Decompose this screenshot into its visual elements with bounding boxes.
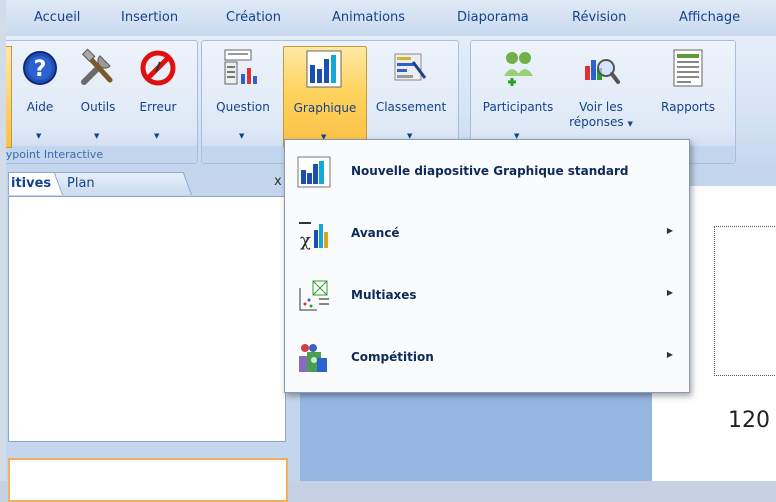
- chart-button[interactable]: Graphique ▼: [283, 46, 367, 148]
- menu-item-label: Compétition: [351, 350, 434, 364]
- standard-chart-icon: [297, 156, 331, 188]
- tab-animations[interactable]: Animations: [332, 10, 405, 25]
- help-button[interactable]: ? Aide ▼: [18, 46, 62, 146]
- ranking-icon: [394, 53, 427, 81]
- help-label: Aide: [26, 100, 54, 114]
- chevron-down-icon: ▼: [627, 120, 633, 128]
- ranking-button[interactable]: Classement ▼: [368, 46, 454, 146]
- tab-outline[interactable]: Plan: [53, 172, 192, 195]
- menu-item-label: Avancé: [351, 226, 400, 240]
- tab-creation[interactable]: Création: [226, 10, 281, 25]
- chevron-down-icon: ▼: [36, 132, 42, 140]
- multiaxis-chart-icon: [299, 280, 329, 311]
- submenu-arrow-icon: ▶: [666, 350, 673, 359]
- menu-item-label: Multiaxes: [351, 288, 417, 302]
- submenu-arrow-icon: ▶: [666, 226, 673, 235]
- reports-button[interactable]: Rapports: [652, 46, 724, 146]
- error-icon: [140, 50, 176, 86]
- svg-text:χ: χ: [300, 230, 311, 250]
- slide-thumbnail[interactable]: [8, 196, 286, 442]
- competition-icon: [299, 344, 327, 372]
- participants-button[interactable]: Participants ▼: [474, 46, 562, 146]
- placeholder-box[interactable]: [714, 226, 776, 376]
- tools-label: Outils: [80, 100, 116, 114]
- submenu-arrow-icon: ▶: [666, 288, 673, 297]
- svg-text:?: ?: [34, 57, 47, 82]
- menu-item-advanced[interactable]: χ Avancé ▶: [291, 212, 683, 256]
- reports-label: Rapports: [661, 100, 715, 114]
- error-label: Erreur: [139, 100, 177, 114]
- tab-revision[interactable]: Révision: [572, 10, 626, 25]
- chevron-down-icon: ▼: [94, 132, 100, 140]
- tab-insertion[interactable]: Insertion: [121, 10, 178, 25]
- question-button[interactable]: Question ▼: [206, 46, 280, 146]
- window-border: [0, 0, 6, 481]
- participants-icon: [504, 52, 533, 86]
- slide-thumbnail-selected[interactable]: [8, 458, 288, 502]
- menu-item-multiaxis[interactable]: Multiaxes ▶: [291, 274, 683, 318]
- bar-chart-icon: [306, 50, 342, 88]
- chart-dropdown-menu: Nouvelle diapositive Graphique standard …: [284, 139, 690, 393]
- view-responses-button[interactable]: Voir les réponses ▼: [568, 46, 634, 146]
- menu-item-standard-chart[interactable]: Nouvelle diapositive Graphique standard: [291, 150, 683, 194]
- error-button[interactable]: Erreur ▼: [132, 46, 184, 146]
- menu-item-competition[interactable]: Compétition ▶: [291, 336, 683, 380]
- reports-icon: [673, 49, 703, 87]
- chevron-down-icon: ▼: [239, 132, 245, 140]
- view-responses-icon: [585, 59, 620, 84]
- ribbon-tab-strip: Accueil Insertion Création Animations Di…: [0, 0, 776, 36]
- question-label: Question: [216, 100, 270, 114]
- help-icon: ?: [23, 51, 57, 85]
- tools-icon: [81, 48, 113, 85]
- chart-label: Graphique: [293, 101, 357, 115]
- participants-label: Participants: [482, 100, 554, 114]
- advanced-chart-icon: χ: [299, 222, 328, 250]
- question-slide-icon: [224, 49, 257, 85]
- close-icon[interactable]: x: [274, 174, 282, 189]
- group-label: eypoint Interactive: [0, 146, 197, 163]
- slide-text: 120: [728, 408, 770, 433]
- tab-diaporama[interactable]: Diaporama: [457, 10, 529, 25]
- view-responses-label: Voir les réponses ▼: [569, 100, 633, 129]
- tab-accueil[interactable]: Accueil: [34, 10, 80, 25]
- tab-affichage[interactable]: Affichage: [679, 10, 740, 25]
- chevron-down-icon: ▼: [154, 132, 160, 140]
- ranking-label: Classement: [375, 100, 447, 114]
- tools-button[interactable]: Outils ▼: [74, 46, 122, 146]
- menu-item-label: Nouvelle diapositive Graphique standard: [351, 164, 629, 178]
